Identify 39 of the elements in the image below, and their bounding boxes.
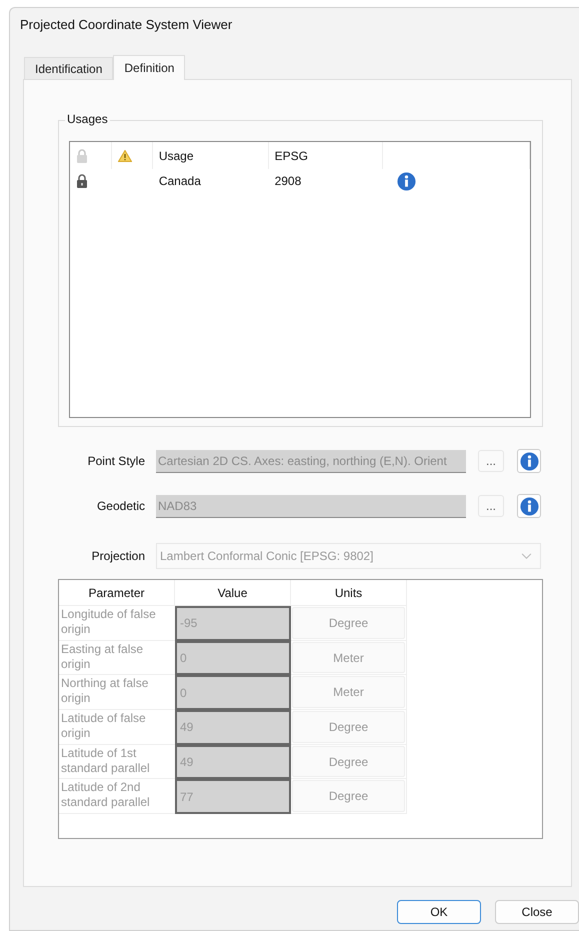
units-button[interactable]: Meter [292,642,405,674]
value-field[interactable]: 49 [175,710,291,745]
table-cell: Canada [158,174,201,188]
tab[interactable]: Identification [24,57,114,79]
lock-icon [76,148,88,162]
value-field[interactable]: 49 [175,744,291,780]
units-button[interactable]: Degree [292,780,405,812]
units-button[interactable]: Degree [292,607,405,639]
info-button[interactable] [517,494,541,518]
units-button[interactable]: Degree [292,711,405,743]
field-label: Point Style [86,454,146,468]
geodetic-field[interactable]: NAD83 [156,494,466,518]
column-header: Units [291,580,407,606]
table-cell: 2908 [274,174,302,188]
dialog-button[interactable]: OK [397,900,481,924]
window-title: Projected Coordinate System Viewer [19,16,234,34]
field-label: Projection [90,549,146,563]
chevron-icon [521,552,532,560]
point-style-field[interactable]: Cartesian 2D CS. Axes: easting, northing (E,N). Orient [156,450,466,472]
value-field[interactable]: 77 [175,779,291,814]
value-field[interactable]: -95 [175,606,291,641]
browse-button[interactable]: ... [478,495,504,517]
column-header: EPSG [274,148,308,162]
lock-icon [76,174,88,188]
units-button[interactable]: Meter [292,676,405,708]
value-field[interactable]: 0 [175,640,291,676]
field-label: Geodetic [96,499,146,513]
column-header: Usage [158,148,194,162]
units-button[interactable]: Degree [292,746,405,778]
dialog-button[interactable]: Close [495,900,579,924]
warning-icon [118,150,132,162]
browse-button[interactable]: ... [478,450,504,472]
projection-dropdown[interactable]: Lambert Conformal Conic [EPSG: 9802] [156,543,541,569]
column-header: Parameter [59,580,175,606]
info-button[interactable] [517,449,541,473]
group-title: Usages [65,112,110,126]
info-icon[interactable] [397,172,416,190]
tab[interactable]: Definition [113,55,186,80]
value-field[interactable]: 0 [175,675,291,710]
